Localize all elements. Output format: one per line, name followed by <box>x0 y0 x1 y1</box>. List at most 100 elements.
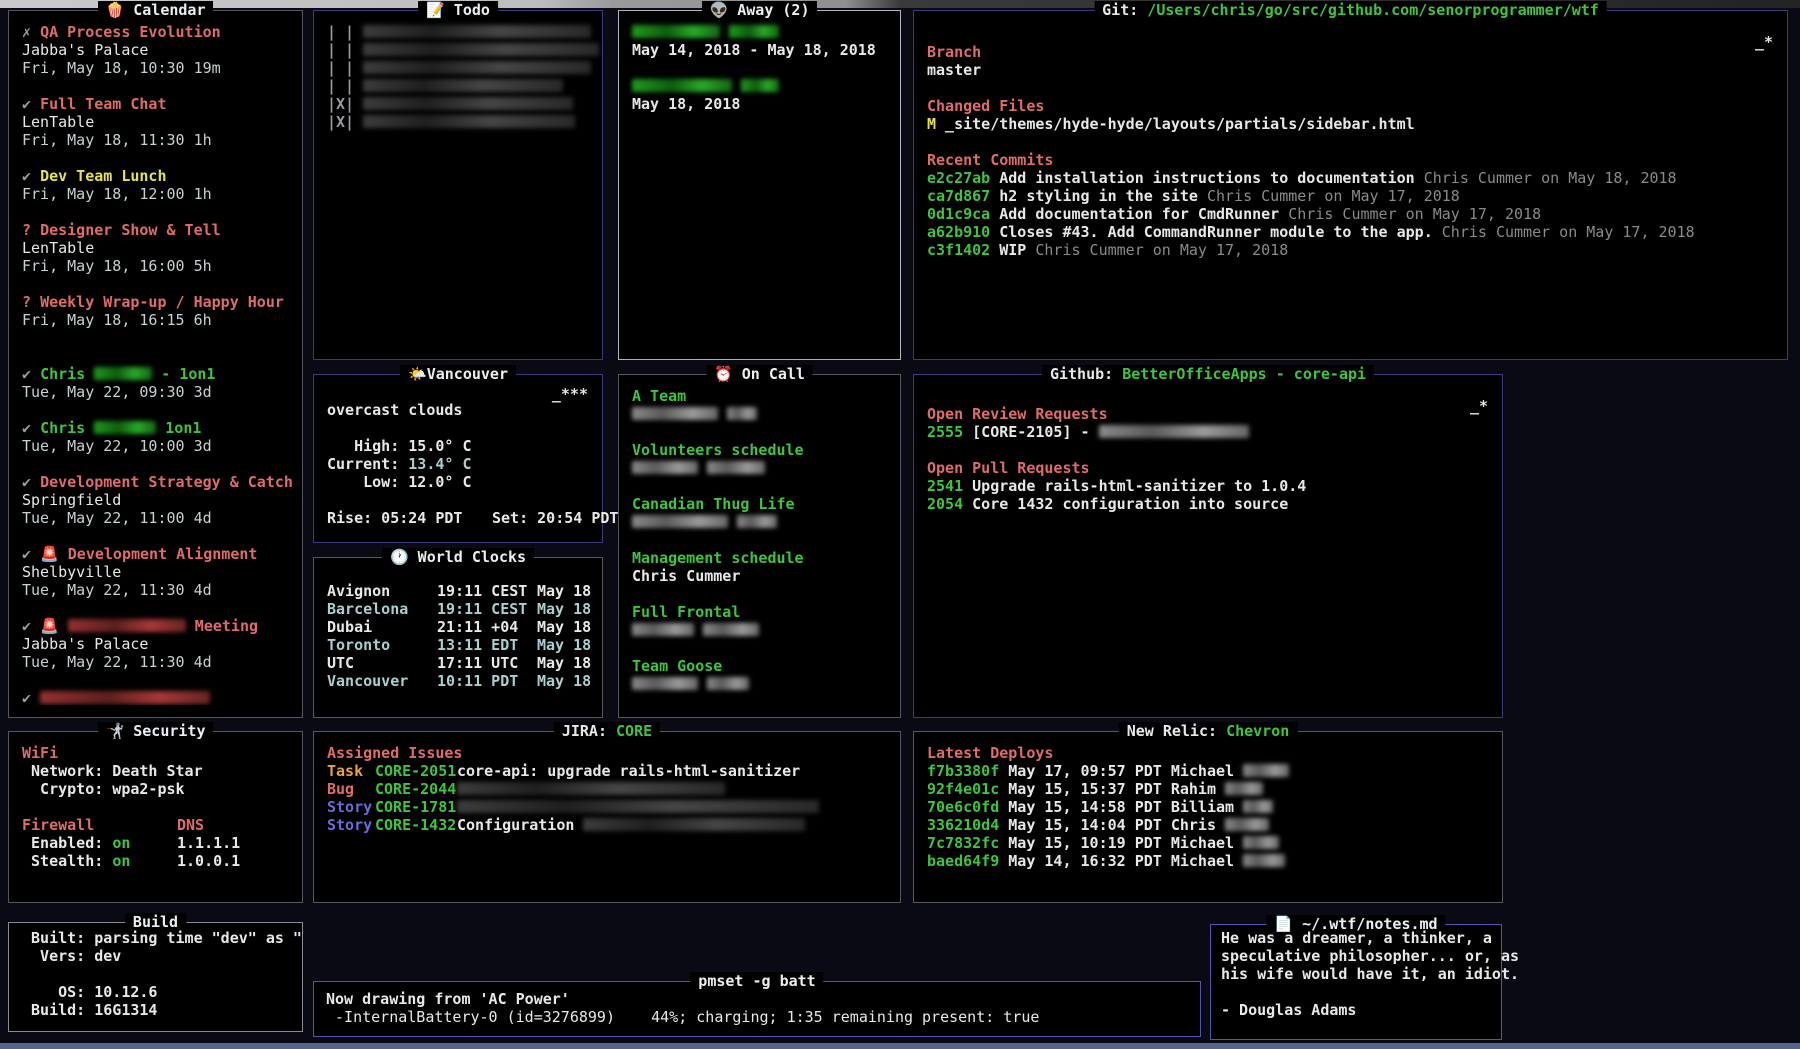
calendar-event: ✔ Full Team Chat LenTable Fri, May 18, 1… <box>22 95 289 149</box>
issue-type: Story <box>327 798 375 816</box>
calendar-event: ✔ Development Strategy & Catch U Springf… <box>22 473 289 527</box>
redacted-text <box>703 623 759 636</box>
away-panel[interactable]: 👽 Away (2) May 14, 2018 - May 18, 2018 M… <box>618 10 901 360</box>
clock-date: May 18 <box>537 672 591 690</box>
battery-panel[interactable]: pmset -g batt Now drawing from 'AC Power… <box>313 981 1201 1037</box>
clock-date: May 18 <box>537 582 591 600</box>
notes-panel[interactable]: 📄 ~/.wtf/notes.md He was a dreamer, a th… <box>1210 924 1502 1040</box>
calendar-event: ✔ 🚨 Meeting Jabba's Palace Tue, May 22, … <box>22 617 289 671</box>
clock-city: Vancouver <box>327 672 437 690</box>
issue-key: CORE-1432 <box>375 816 457 834</box>
git-commit: c3f1402 WIP Chris Cummer on May 17, 2018 <box>927 241 1774 259</box>
clock-date: May 18 <box>537 654 591 672</box>
calendar-event: ✔ Dev Team Lunch Fri, May 18, 12:00 1h <box>22 167 289 203</box>
redacted-text <box>94 421 156 434</box>
on-call-section: A Team <box>632 387 887 423</box>
git-panel[interactable]: Git: /Users/chris/go/src/github.com/seno… <box>913 10 1788 360</box>
redacted-text <box>707 461 765 474</box>
on-call-section: Full Frontal <box>632 603 887 639</box>
redacted-text <box>94 367 152 380</box>
battery-status-line: -InternalBattery-0 (id=3276899) 44%; cha… <box>326 1008 1188 1026</box>
calendar-event: ✔ 🚨 Development Alignment Shelbyville Tu… <box>22 545 289 599</box>
weather-sunset: Set: 20:54 PDT <box>492 509 618 527</box>
deploy-hash: f7b3380f <box>927 762 999 780</box>
review-requests-header: Open Review Requests <box>927 405 1489 423</box>
commit-message: Closes #43. Add CommandRunner module to … <box>990 223 1433 241</box>
jira-issue: StoryCORE-1432Configuration <box>327 816 887 834</box>
on-call-panel[interactable]: ⏰ On Call A Team Volunteers schedule Can… <box>618 374 901 718</box>
note-line: his wife would have it, an idiot. <box>1221 965 1491 983</box>
clock-time: 19:11 CEST <box>437 600 537 618</box>
schedule-name: Team Goose <box>632 657 887 675</box>
event-title: QA Process Evolution <box>40 23 221 41</box>
siren-icon: 🚨 <box>40 545 59 563</box>
event-date: Fri, May 18, 10:30 19m <box>22 59 289 77</box>
redacted-text <box>1099 425 1249 438</box>
event-location: LenTable <box>22 113 289 131</box>
away-dates: May 18, 2018 <box>632 95 887 113</box>
event-date: Tue, May 22, 11:30 4d <box>22 653 289 671</box>
deploy-hash: 70e6c0fd <box>927 798 999 816</box>
commit-meta: Chris Cummer on May 17, 2018 <box>1433 223 1695 241</box>
weather-panel[interactable]: 🌤️Vancouver _*** overcast clouds High: 1… <box>313 374 603 543</box>
clock-row: Vancouver10:11 PDTMay 18 <box>327 672 589 690</box>
redacted-text <box>632 677 698 690</box>
todo-checkbox: | | <box>327 77 354 95</box>
git-commit: ca7d867 h2 styling in the site Chris Cum… <box>927 187 1774 205</box>
away-dates: May 14, 2018 - May 18, 2018 <box>632 41 887 59</box>
issue-type: Story <box>327 816 375 834</box>
calendar-panel[interactable]: 🍿 Calendar ✗ QA Process Evolution Jabba'… <box>8 10 303 718</box>
wifi-network: Network: Death Star <box>22 762 289 780</box>
calendar-event: ? Designer Show & Tell LenTable Fri, May… <box>22 221 289 275</box>
issue-key: CORE-2051 <box>375 762 457 780</box>
event-status-icon: ? <box>22 293 40 311</box>
on-call-person: Chris Cummer <box>632 567 887 585</box>
new-relic-panel[interactable]: New Relic: Chevron Latest Deploys f7b338… <box>913 731 1503 903</box>
window-bottom-edge <box>0 1043 1800 1049</box>
schedule-name: Volunteers schedule <box>632 441 887 459</box>
deploy-hash: baed64f9 <box>927 852 999 870</box>
redacted-text <box>632 79 732 92</box>
deploy-hash: 336210d4 <box>927 816 999 834</box>
event-title: Designer Show & Tell <box>40 221 221 239</box>
weather-high: 15.0° C <box>408 437 471 455</box>
event-date: Fri, May 18, 12:00 1h <box>22 185 289 203</box>
redacted-text <box>1243 764 1289 777</box>
deploy-hash: 7c7832fc <box>927 834 999 852</box>
redacted-text <box>363 43 599 56</box>
review-request-item: 2555 [CORE-2105] - <box>927 423 1489 441</box>
todo-item: | | <box>327 77 589 95</box>
commit-message: WIP <box>990 241 1026 259</box>
build-panel[interactable]: Build Built: parsing time "dev" as " Ver… <box>8 922 303 1032</box>
redacted-text <box>632 461 698 474</box>
event-location: Jabba's Palace <box>22 635 289 653</box>
firewall-enabled-value: on <box>112 834 130 852</box>
jira-issue: BugCORE-2044 <box>327 780 887 798</box>
redacted-text <box>363 25 591 38</box>
event-title: Chris <box>40 365 94 383</box>
build-os-line: OS: 10.12.6 <box>22 983 289 1001</box>
clock-city: Dubai <box>327 618 437 636</box>
event-date: Tue, May 22, 11:30 4d <box>22 581 289 599</box>
clock-time: 17:11 UTC <box>437 654 537 672</box>
security-panel[interactable]: 🤺 Security WiFi Network: Death Star Cryp… <box>8 731 303 903</box>
note-line: He was a dreamer, a thinker, a <box>1221 929 1491 947</box>
deploy-info: May 15, 15:37 PDT Rahim <box>999 780 1225 798</box>
github-panel[interactable]: Github: BetterOfficeApps - core-api _* O… <box>913 374 1503 718</box>
jira-panel[interactable]: JIRA: CORE Assigned Issues TaskCORE-2051… <box>313 731 901 903</box>
deploy-info: May 14, 16:32 PDT Michael <box>999 852 1243 870</box>
todo-checkbox: |X| <box>327 95 354 113</box>
clock-city: Barcelona <box>327 600 437 618</box>
commit-message: h2 styling in the site <box>990 187 1198 205</box>
redacted-text <box>363 97 573 110</box>
todo-item: | | <box>327 59 589 77</box>
redacted-text <box>363 61 591 74</box>
redacted-text <box>632 25 720 38</box>
clock-time: 10:11 PDT <box>437 672 537 690</box>
world-clocks-panel[interactable]: 🕐 World Clocks Avignon19:11 CESTMay 18 B… <box>313 557 603 718</box>
todo-panel[interactable]: 📝 Todo | | | | | | | | |X| |X| <box>313 10 603 360</box>
git-changed-file: M _site/themes/hyde-hyde/layouts/partial… <box>927 115 1774 133</box>
deploy-hash: 92f4e01c <box>927 780 999 798</box>
event-status-icon: ✔ <box>22 167 40 185</box>
wtf-terminal-dashboard[interactable]: 🍿 Calendar ✗ QA Process Evolution Jabba'… <box>0 0 1800 1049</box>
